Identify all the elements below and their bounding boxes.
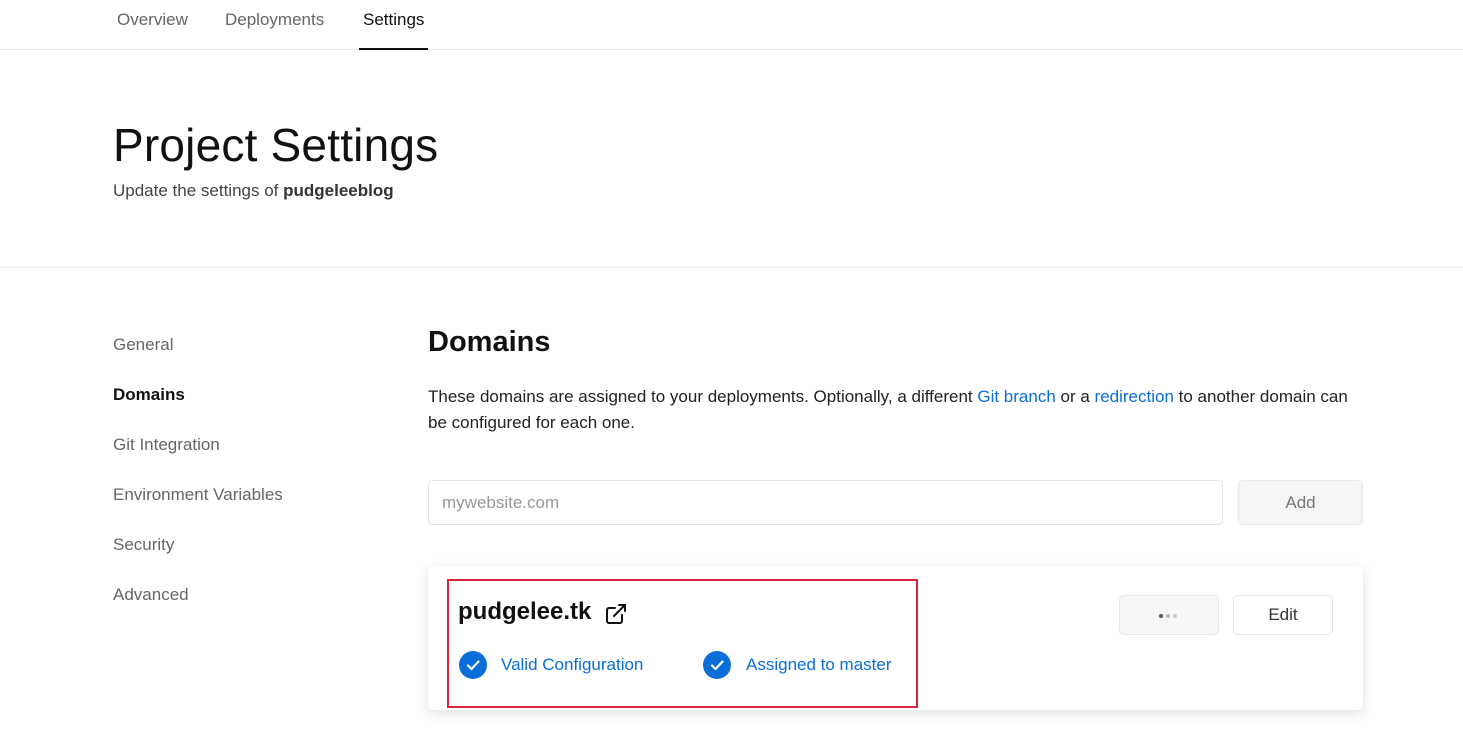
domain-input[interactable] (428, 480, 1223, 525)
external-link-icon[interactable] (604, 602, 628, 626)
check-circle-icon (703, 651, 731, 679)
status-valid-configuration[interactable]: Valid Configuration (501, 655, 643, 675)
sidebar-item-advanced[interactable]: Advanced (113, 585, 189, 605)
description-text: These domains are assigned to your deplo… (428, 387, 978, 406)
sidebar-item-general[interactable]: General (113, 335, 173, 355)
project-name: pudgeleeblog (283, 181, 394, 200)
tab-overview[interactable]: Overview (117, 0, 188, 50)
sidebar-item-git-integration[interactable]: Git Integration (113, 435, 220, 455)
git-branch-link[interactable]: Git branch (977, 387, 1055, 406)
section-description: These domains are assigned to your deplo… (428, 384, 1368, 436)
sidebar-item-environment-variables[interactable]: Environment Variables (113, 485, 283, 505)
top-nav: Overview Deployments Settings (0, 0, 1463, 50)
redirection-link[interactable]: redirection (1095, 387, 1174, 406)
check-circle-icon (459, 651, 487, 679)
description-text: or a (1055, 387, 1095, 406)
add-domain-button[interactable]: Add (1238, 480, 1363, 525)
loading-button[interactable] (1119, 595, 1219, 635)
sidebar-item-security[interactable]: Security (113, 535, 174, 555)
edit-domain-button[interactable]: Edit (1233, 595, 1333, 635)
status-assigned-branch[interactable]: Assigned to master (746, 655, 892, 675)
domain-name[interactable]: pudgelee.tk (458, 598, 591, 626)
page-subtitle: Update the settings of pudgeleeblog (113, 181, 394, 201)
loading-dot-icon (1166, 614, 1170, 618)
loading-dot-icon (1159, 614, 1163, 618)
page-title: Project Settings (113, 119, 439, 171)
sidebar-item-domains[interactable]: Domains (113, 385, 185, 405)
subtitle-text: Update the settings of (113, 181, 284, 200)
section-title: Domains (428, 326, 551, 358)
page-header: Project Settings Update the settings of … (0, 50, 1463, 268)
loading-dot-icon (1173, 614, 1177, 618)
tab-deployments[interactable]: Deployments (225, 0, 324, 50)
tab-settings[interactable]: Settings (358, 0, 429, 50)
